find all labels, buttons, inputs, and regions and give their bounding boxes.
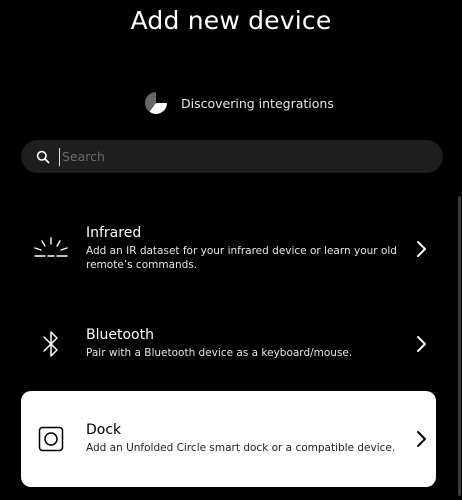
chevron-right-icon bbox=[406, 240, 436, 258]
device-type-description: Pair with a Bluetooth device as a keyboa… bbox=[86, 347, 353, 360]
device-type-bluetooth[interactable]: Bluetooth Pair with a Bluetooth device a… bbox=[21, 324, 436, 364]
chevron-right-icon bbox=[406, 430, 436, 448]
device-type-description: Add an IR dataset for your infrared devi… bbox=[86, 245, 397, 271]
search-icon bbox=[36, 150, 50, 163]
device-type-infrared[interactable]: Infrared Add an IR dataset for your infr… bbox=[21, 224, 436, 274]
device-type-name: Bluetooth bbox=[86, 327, 154, 344]
infrared-icon bbox=[21, 234, 81, 264]
discovery-status: Discovering integrations bbox=[145, 92, 334, 114]
bluetooth-icon bbox=[21, 329, 81, 359]
device-type-dock[interactable]: Dock Add an Unfolded Circle smart dock o… bbox=[21, 391, 436, 487]
device-type-name: Infrared bbox=[86, 225, 142, 242]
device-type-description: Add an Unfolded Circle smart dock or a c… bbox=[86, 442, 396, 455]
loading-spinner-icon bbox=[145, 92, 167, 114]
page-title: Add new device bbox=[130, 6, 332, 35]
dock-icon bbox=[21, 426, 81, 452]
discovery-status-text: Discovering integrations bbox=[181, 95, 334, 111]
scrollbar[interactable] bbox=[458, 196, 461, 496]
chevron-right-icon bbox=[406, 335, 436, 353]
device-type-name: Dock bbox=[86, 422, 122, 439]
search-bar[interactable] bbox=[21, 140, 443, 173]
search-input[interactable] bbox=[59, 147, 443, 166]
